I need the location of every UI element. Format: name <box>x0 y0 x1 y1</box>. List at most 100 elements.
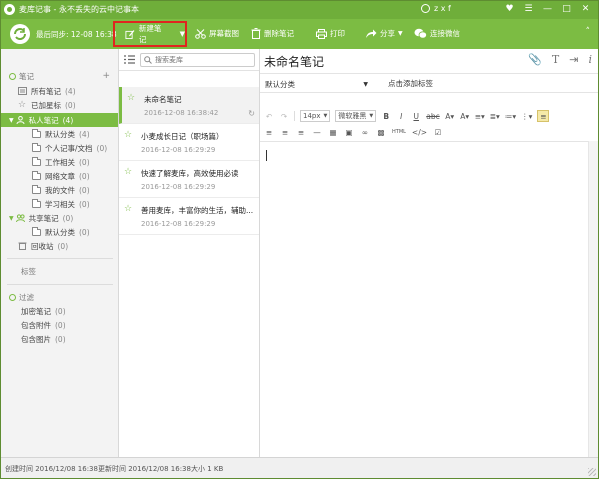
align-center-icon[interactable]: ≡ <box>280 126 290 138</box>
font-size-select[interactable]: 14px ▼ <box>300 110 331 122</box>
sidebar-item-private-notes[interactable]: ▼ 私人笔记 (4) <box>1 113 118 127</box>
note-list-item[interactable]: ☆ 快速了解麦库，高效使用必读 2016-12-08 16:29:29 <box>119 161 259 198</box>
notes-section-header[interactable]: 笔记 + <box>1 69 118 83</box>
user-menu[interactable]: z x f <box>421 4 451 13</box>
tags-section-header[interactable]: 标签 <box>1 264 118 278</box>
screenshot-button[interactable]: 屏幕截图 <box>195 28 239 39</box>
collapse-toolbar-icon[interactable]: ˄ <box>586 27 591 37</box>
folder-item[interactable]: 我的文件 (0) <box>1 183 118 197</box>
tags-section-label: 标签 <box>21 266 36 276</box>
note-list-item[interactable]: ☆ 小麦成长日记（职场篇） 2016-12-08 16:29:29 <box>119 124 259 161</box>
filter-item[interactable]: 包含附件 (0) <box>1 318 118 332</box>
font-size-toggle-icon[interactable]: A▾ <box>460 110 470 122</box>
filter-item[interactable]: 加密笔记 (0) <box>1 304 118 318</box>
sync-icon[interactable] <box>10 24 30 44</box>
search-input[interactable] <box>155 56 245 64</box>
bullet-list-icon[interactable]: ⋮▾ <box>521 110 532 122</box>
note-time: 2016-12-08 16:29:29 <box>141 220 216 228</box>
strikethrough-icon[interactable]: abc <box>426 110 439 122</box>
italic-icon[interactable]: I <box>396 110 406 122</box>
folder-item[interactable]: 工作相关 (0) <box>1 155 118 169</box>
new-note-button[interactable]: 新建笔记 ▼ <box>113 21 187 47</box>
close-icon[interactable]: ✕ <box>579 3 592 16</box>
tag-input[interactable]: 点击添加标签 <box>388 78 433 89</box>
underline-icon[interactable]: U <box>411 110 421 122</box>
share-button[interactable]: 分享 ▼ <box>365 28 403 39</box>
add-notebook-icon[interactable]: + <box>102 71 110 81</box>
star-icon[interactable]: ☆ <box>124 130 132 140</box>
minimize-icon[interactable]: — <box>541 3 554 16</box>
editor-scrollbar[interactable] <box>588 141 598 457</box>
chevron-down-icon[interactable]: ▼ <box>180 30 185 38</box>
info-icon[interactable]: i <box>588 53 592 66</box>
app-logo-icon <box>4 4 15 15</box>
font-color-icon[interactable]: A▾ <box>445 110 455 122</box>
share-chevron-down-icon[interactable]: ▼ <box>398 30 403 37</box>
undo-icon[interactable]: ↶ <box>264 110 274 122</box>
align-right-icon[interactable]: ≡ <box>296 126 306 138</box>
star-icon[interactable]: ☆ <box>124 204 132 214</box>
expand-caret-icon[interactable]: ▼ <box>9 215 14 222</box>
sidebar-item-recycle-bin[interactable]: 回收站 (0) <box>1 239 118 253</box>
font-family-select[interactable]: 微软雅黑 ▼ <box>335 110 377 122</box>
search-box[interactable] <box>140 53 255 67</box>
grid-icon[interactable]: ▩ <box>376 126 386 138</box>
expand-caret-icon[interactable]: ▼ <box>9 117 14 124</box>
numbered-list-icon[interactable]: ≔▾ <box>505 110 516 122</box>
text-format-icon[interactable]: T <box>552 53 559 66</box>
filter-label: 加密笔记 <box>21 306 51 316</box>
align-left-icon[interactable]: ≡ <box>264 126 274 138</box>
resize-grip-icon[interactable] <box>588 468 596 476</box>
attachment-icon[interactable]: 📎 <box>528 53 542 66</box>
line-spacing-icon[interactable]: ≣▾ <box>490 110 500 122</box>
filter-section-header[interactable]: 过滤 <box>1 290 118 304</box>
redo-icon[interactable]: ↷ <box>279 110 289 122</box>
note-list-panel: ☆ 未命名笔记 2016-12-08 16:38:42 ↻ ☆ 小麦成长日记（职… <box>119 49 260 457</box>
highlight-icon[interactable]: ≡ <box>537 110 550 122</box>
horizontal-rule-icon[interactable]: — <box>312 126 322 138</box>
note-size: 大小 1 KB <box>191 465 224 473</box>
recycle-count: (0) <box>57 241 69 251</box>
table-icon[interactable]: ▦ <box>328 126 338 138</box>
code-icon[interactable]: </> <box>412 126 427 138</box>
folder-count: (0) <box>79 171 90 181</box>
note-title: 快速了解麦库，高效使用必读 <box>141 169 239 178</box>
checkbox-icon[interactable]: ☑ <box>433 126 443 138</box>
maximize-icon[interactable]: □ <box>560 3 573 16</box>
star-icon[interactable]: ☆ <box>124 167 132 177</box>
text-direction-icon[interactable]: ≡▾ <box>475 110 485 122</box>
folder-item[interactable]: 默认分类 (0) <box>1 225 118 239</box>
category-select[interactable]: 默认分类 ▼ <box>265 78 371 90</box>
export-icon[interactable]: ⇥ <box>569 53 578 66</box>
sidebar-item-shared-notes[interactable]: ▼ 共享笔记 (0) <box>1 211 118 225</box>
star-icon[interactable]: ☆ <box>127 93 135 103</box>
wechat-icon <box>414 28 427 39</box>
print-button[interactable]: 打印 <box>316 28 345 39</box>
folder-icon <box>32 170 41 180</box>
sidebar-item-all-notes[interactable]: 所有笔记 (4) <box>1 84 118 98</box>
note-list-item[interactable]: ☆ 善用麦库，丰富你的生活，辅助... 2016-12-08 16:29:29 <box>119 198 259 235</box>
skin-icon[interactable]: ♥ <box>503 3 516 16</box>
image-icon[interactable]: ▣ <box>344 126 354 138</box>
note-title-field[interactable]: 未命名笔记 <box>264 53 324 70</box>
folder-item[interactable]: 默认分类 (4) <box>1 127 118 141</box>
delete-note-button[interactable]: 删除笔记 <box>251 28 294 39</box>
list-view-icon[interactable] <box>124 55 135 64</box>
bold-icon[interactable]: B <box>381 110 391 122</box>
folder-item[interactable]: 网络文章 (0) <box>1 169 118 183</box>
scissors-icon <box>195 28 206 39</box>
person-icon <box>16 116 25 124</box>
filter-item[interactable]: 包含图片 (0) <box>1 332 118 346</box>
chevron-down-icon: ▼ <box>363 80 368 88</box>
delete-note-label: 删除笔记 <box>264 29 294 38</box>
menu-icon[interactable]: ☰ <box>522 3 535 16</box>
link-icon[interactable]: ∞ <box>360 126 370 138</box>
note-body-editor[interactable] <box>260 141 588 457</box>
wechat-button[interactable]: 连接微信 <box>414 28 460 39</box>
note-list-item[interactable]: ☆ 未命名笔记 2016-12-08 16:38:42 ↻ <box>119 87 259 124</box>
folder-item[interactable]: 个人记事/文档 (0) <box>1 141 118 155</box>
folder-item[interactable]: 学习相关 (0) <box>1 197 118 211</box>
note-title: 善用麦库，丰富你的生活，辅助... <box>141 206 254 215</box>
html-source-button[interactable]: HTML <box>392 126 406 138</box>
sidebar-item-starred[interactable]: ☆ 已加星标 (0) <box>1 98 118 112</box>
